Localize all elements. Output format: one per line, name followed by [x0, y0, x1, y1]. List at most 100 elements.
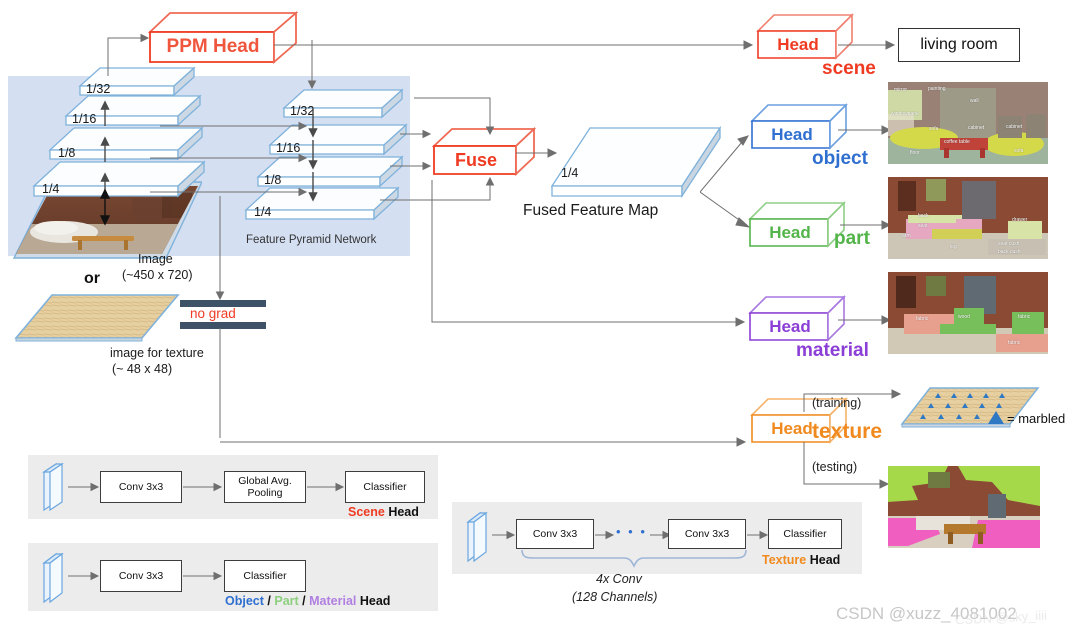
ppm-to-fpn-connector	[307, 40, 317, 90]
image-caption-line2: (~450 x 720)	[122, 268, 193, 282]
scene-panel-arrow-3	[307, 482, 345, 492]
material-seg-label: fabric	[1008, 340, 1021, 346]
head-task-object: object	[812, 148, 868, 169]
backbone-level-label: 1/16	[72, 112, 97, 126]
texture-path-line	[220, 437, 747, 447]
scene-head-panel-caption: Scene Head	[348, 505, 419, 519]
scene-panel-arrow-2	[183, 482, 223, 492]
figure-canvas: 1/4 1/8 1/16 1/32 1/4 1/8 1/16 1/32 Feat…	[0, 0, 1077, 636]
texture-panel-ellipsis: • • •	[616, 524, 647, 539]
material-seg-label: wood	[958, 314, 970, 320]
object-seg-label: mirror	[894, 87, 908, 93]
scene-panel-node-conv: Conv 3x3	[100, 471, 182, 503]
backbone-level-label: 1/32	[86, 82, 111, 96]
texture-panel-brace-line2: (128 Channels)	[572, 590, 658, 604]
no-grad-input-line	[215, 196, 225, 301]
image-to-backbone-arrow	[99, 188, 111, 226]
object-seg-label: cabinet	[1006, 124, 1023, 130]
texture-image-plate	[12, 292, 182, 342]
texture-panel-arrow-2	[595, 530, 615, 540]
no-grad-to-texture-line	[219, 328, 221, 438]
caption-part: Part	[274, 594, 299, 608]
opm-panel-node-conv: Conv 3x3	[100, 560, 182, 592]
texture-testing-label: (testing)	[812, 460, 858, 474]
head-box-material[interactable]: Head	[748, 294, 852, 346]
caption-material: Material	[309, 594, 357, 608]
node-label: Global Avg. Pooling	[238, 474, 292, 499]
or-label: or	[84, 270, 100, 287]
opm-panel-arrow-1	[68, 571, 100, 581]
object-seg-label: windowpane	[891, 111, 919, 117]
fused-map-level-label: 1/4	[561, 166, 579, 180]
backbone-level-label: 1/8	[58, 146, 76, 160]
head-label-scene: Head	[777, 35, 819, 54]
material-seg-label: fabric	[916, 316, 929, 322]
caption-object: Object	[225, 594, 264, 608]
texture-training-label: (training)	[812, 396, 862, 410]
caption-head: Head	[359, 594, 391, 608]
texture-panel-brace	[521, 549, 747, 568]
fpn-caption: Feature Pyramid Network	[246, 234, 377, 246]
part-seg-label: back cush	[998, 249, 1021, 255]
node-label: Classifier	[783, 527, 827, 540]
part-segmentation-image: back seat arm drawer leg seat cush back …	[888, 177, 1048, 259]
scene-prediction-text: living room	[920, 36, 998, 53]
backbone-level-label: 1/4	[42, 182, 60, 196]
head-label-part: Head	[769, 223, 811, 242]
caption-sep1: /	[267, 594, 271, 608]
texture-head-panel-caption: Texture Head	[762, 553, 840, 567]
texture-caption-line1: image for texture	[110, 346, 204, 360]
texture-caption-line2: (~ 48 x 48)	[112, 362, 173, 376]
lateral-connections	[150, 121, 308, 197]
node-label: Classifier	[243, 569, 287, 582]
ppm-head-label: PPM Head	[166, 36, 260, 57]
marbled-legend-label: = marbled	[1007, 411, 1066, 426]
texture-head-input-plate-icon	[466, 511, 488, 563]
object-seg-label: floor	[910, 150, 920, 156]
node-label: Conv 3x3	[118, 569, 164, 582]
head-label-object: Head	[771, 125, 813, 144]
object-seg-label: sofa	[929, 126, 939, 132]
texture-head-caption-plain: Head	[809, 553, 841, 567]
part-seg-label: leg	[950, 244, 957, 250]
node-label: Classifier	[363, 480, 407, 493]
head-task-material: material	[796, 340, 869, 361]
node-label: Conv 3x3	[532, 527, 578, 540]
scene-panel-node-classifier: Classifier	[345, 471, 425, 503]
node-label: Conv 3x3	[118, 480, 164, 493]
marbled-marker-icon	[988, 411, 1004, 424]
object-seg-label: coffee table	[944, 139, 970, 145]
texture-panel-node-conv-last: Conv 3x3	[668, 519, 746, 549]
scene-panel-node-gap: Global Avg. Pooling	[224, 471, 306, 503]
material-segmentation-image: fabric wood fabric fabric	[888, 272, 1048, 354]
ppm-input-connector	[107, 33, 150, 76]
no-grad-label: no grad	[190, 306, 236, 321]
scene-prediction-box: living room	[898, 28, 1020, 62]
texture-panel-node-classifier: Classifier	[768, 519, 842, 549]
caption-sep2: /	[302, 594, 306, 608]
node-label: Conv 3x3	[684, 527, 730, 540]
texture-panel-brace-line1: 4x Conv	[596, 572, 642, 586]
scene-head-caption-colored: Scene	[348, 505, 385, 519]
image-caption-line1: Image	[138, 252, 173, 266]
part-seg-label: seat	[918, 223, 928, 229]
texture-panel-arrow-1	[492, 530, 516, 540]
ppm-to-scene-head-line	[274, 40, 754, 50]
object-seg-label: sofa	[1014, 148, 1024, 154]
object-seg-label: cabinet	[968, 125, 985, 131]
opm-head-panel-caption: Object / Part / Material Head	[225, 594, 390, 608]
texture-panel-node-conv-first: Conv 3x3	[516, 519, 594, 549]
scene-panel-arrow-1	[68, 482, 100, 492]
texture-head-caption-colored: Texture	[762, 553, 807, 567]
part-seg-label: seat cush	[998, 241, 1020, 247]
part-seg-label: arm	[902, 233, 911, 239]
scene-head-to-output-arrow	[838, 40, 896, 50]
opm-head-input-plate-icon	[42, 552, 64, 604]
texture-segmentation-image	[888, 466, 1040, 548]
opm-panel-node-classifier: Classifier	[224, 560, 306, 592]
object-seg-label: painting	[928, 86, 946, 92]
opm-panel-arrow-2	[183, 571, 223, 581]
scene-head-input-plate-icon	[42, 462, 64, 512]
object-segmentation-image: mirror painting wall windowpane sofa cab…	[888, 82, 1048, 164]
part-seg-label: back	[918, 213, 929, 219]
